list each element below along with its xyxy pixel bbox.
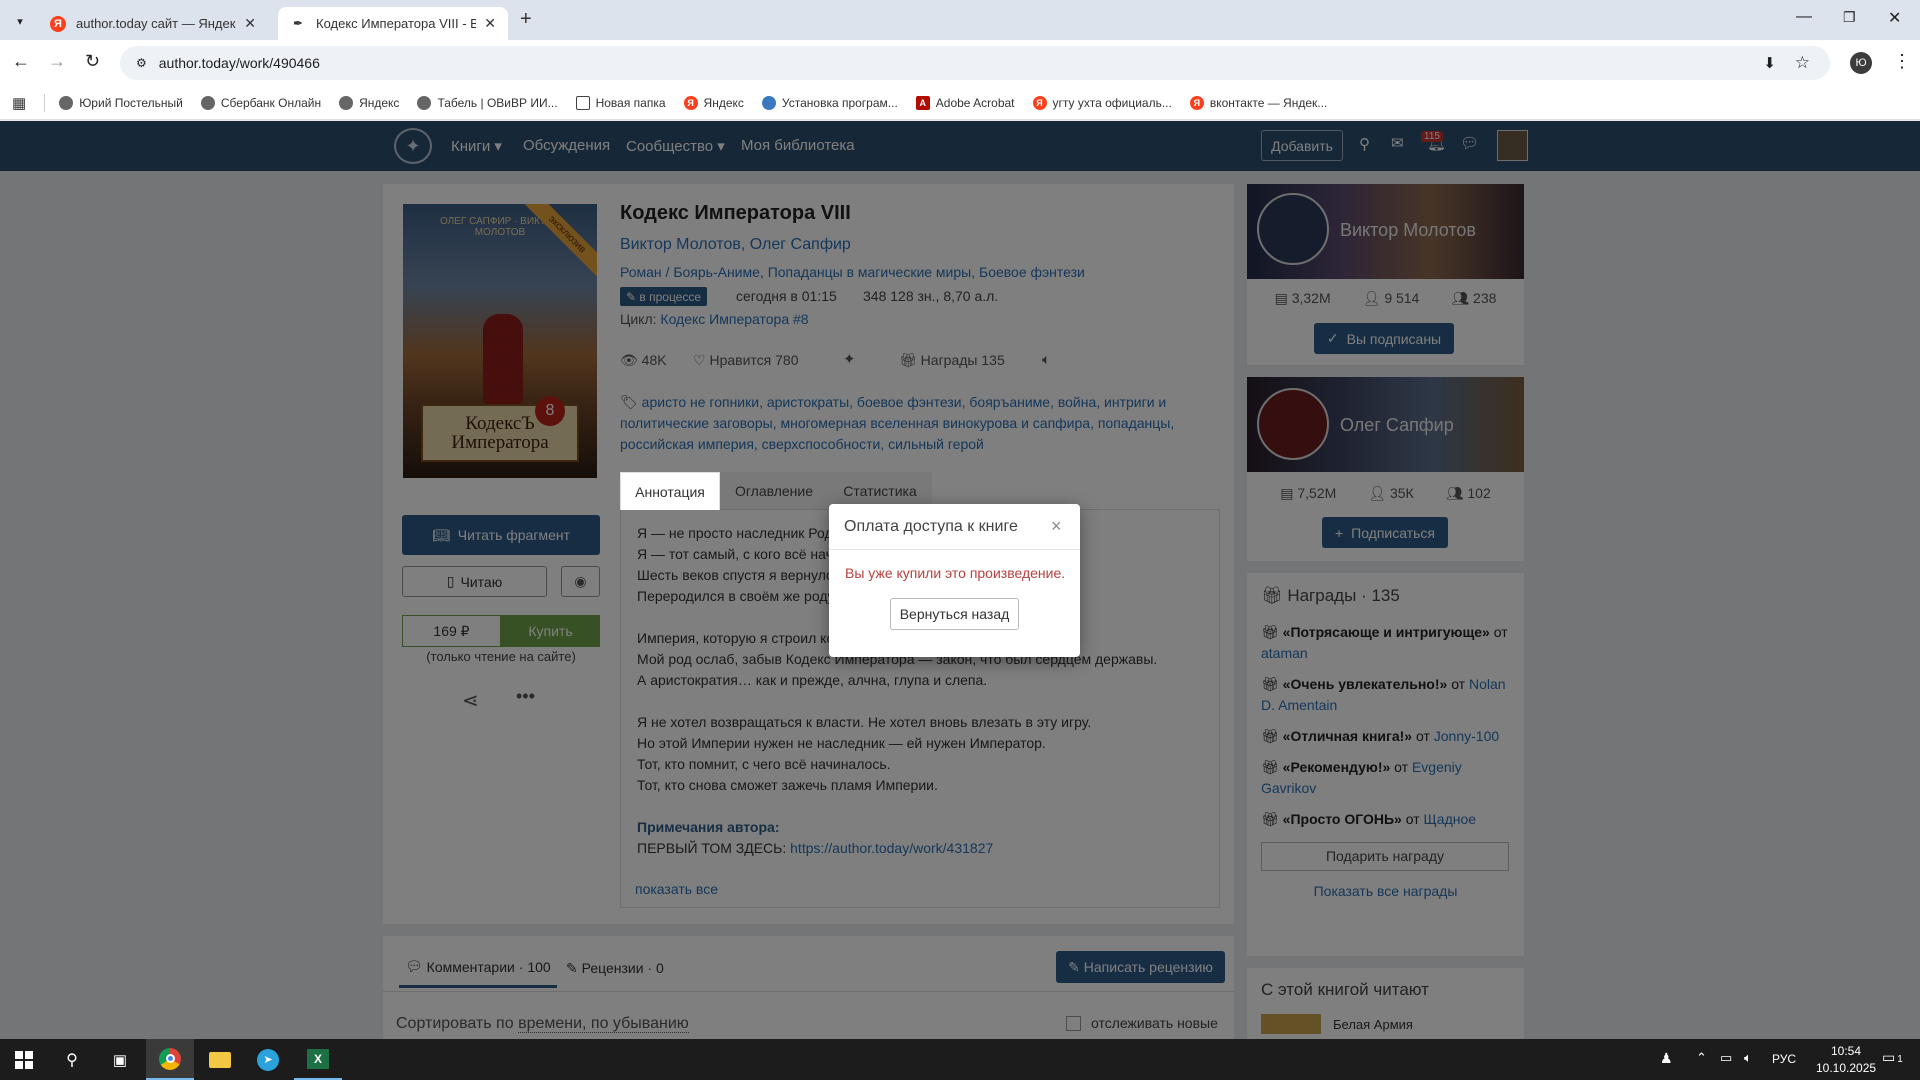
notification-center-icon[interactable]: ▭ 1 bbox=[1882, 1049, 1903, 1066]
globe-icon bbox=[417, 95, 432, 110]
yandex-icon: Я bbox=[1032, 95, 1047, 110]
tab-title: Кодекс Императора VIII - Викт bbox=[316, 16, 477, 31]
chrome-icon[interactable] bbox=[146, 1039, 194, 1080]
bookmark-item[interactable]: Сбербанк Онлайн bbox=[200, 95, 322, 110]
new-tab-button[interactable]: + bbox=[520, 8, 532, 31]
close-icon[interactable]: ✕ bbox=[244, 15, 256, 32]
tab-title: author.today сайт — Яндекс: н bbox=[76, 16, 236, 31]
modal-message: Вы уже купили это произведение. bbox=[845, 565, 1066, 581]
site-info-icon[interactable]: ⚙ bbox=[136, 56, 147, 70]
tray-chevron-icon[interactable]: ⌃ bbox=[1696, 1050, 1707, 1066]
bookmark-item[interactable]: A Adobe Acrobat bbox=[915, 95, 1015, 110]
bookmark-item[interactable]: Табель | ОВиВР ИИ... bbox=[417, 95, 558, 110]
forward-icon[interactable]: → bbox=[48, 51, 66, 72]
divider bbox=[44, 93, 46, 112]
people-icon[interactable]: ♟ bbox=[1660, 1050, 1673, 1067]
apps-icon[interactable]: ▦ bbox=[12, 94, 26, 112]
bookmark-label: Новая папка bbox=[595, 95, 666, 110]
bookmark-item[interactable]: Установка програм... bbox=[761, 95, 898, 110]
windows-start-icon[interactable] bbox=[0, 1039, 48, 1080]
bookmarks-bar: ▦ Юрий Постельный Сбербанк Онлайн Яндекс… bbox=[0, 86, 1920, 120]
yandex-icon: Я bbox=[683, 95, 698, 110]
site-icon: ✒ bbox=[293, 18, 303, 30]
divider bbox=[829, 549, 1080, 550]
bookmark-item[interactable]: Новая папка bbox=[575, 95, 666, 110]
globe-icon bbox=[59, 95, 74, 110]
bookmark-item[interactable]: Явконтакте — Яндек... bbox=[1189, 95, 1328, 110]
software-icon bbox=[761, 95, 776, 110]
volume-icon[interactable]: 🔈︎ bbox=[1744, 1050, 1752, 1066]
browser-toolbar: ← → ↻ ⚙ author.today/work/490466 ⬇ ☆ Ю ⋮ bbox=[0, 40, 1920, 86]
clock-time[interactable]: 10:54 bbox=[1816, 1044, 1876, 1058]
browser-tabstrip: ▾ Я author.today сайт — Яндекс: н ✕ ✒ Ко… bbox=[0, 0, 1920, 40]
url-text: author.today/work/490466 bbox=[158, 55, 320, 71]
tab-yandex[interactable]: Я author.today сайт — Яндекс: н ✕ bbox=[38, 7, 268, 40]
menu-icon[interactable]: ⋮ bbox=[1893, 51, 1911, 72]
bookmark-label: Установка програм... bbox=[781, 95, 898, 110]
telegram-icon[interactable]: ➤ bbox=[244, 1039, 292, 1080]
bookmark-item[interactable]: Я Яндекс bbox=[683, 95, 744, 110]
close-icon[interactable]: ✕ bbox=[484, 15, 496, 32]
window-close-button[interactable]: ✕ bbox=[1888, 8, 1901, 28]
acrobat-icon: A bbox=[915, 95, 930, 110]
language-indicator[interactable]: РУС bbox=[1772, 1052, 1796, 1066]
avatar[interactable]: Ю bbox=[1850, 52, 1872, 74]
address-bar[interactable]: ⚙ author.today/work/490466 ⬇ ☆ bbox=[120, 46, 1830, 80]
taskbar: ⚲ ▣ ➤ X ♟ ⌃ ▭ 🔈︎ РУС 10:54 10.10.2025 ▭ 1 bbox=[0, 1039, 1920, 1080]
bookmark-label: Табель | ОВиВР ИИ... bbox=[437, 95, 558, 110]
bookmark-label: Юрий Постельный bbox=[79, 95, 183, 110]
modal-title: Оплата доступа к книге bbox=[844, 518, 1018, 535]
tab-author-today[interactable]: ✒ Кодекс Императора VIII - Викт ✕ bbox=[278, 7, 508, 40]
bookmark-label: Яндекс bbox=[359, 95, 400, 110]
tab-search-button[interactable]: ▾ bbox=[8, 10, 32, 32]
bookmark-label: вконтакте — Яндек... bbox=[1209, 95, 1328, 110]
bookmark-label: Adobe Acrobat bbox=[935, 95, 1015, 110]
tab-annotation[interactable]: Аннотация bbox=[620, 472, 720, 510]
bookmark-label: Яндекс bbox=[703, 95, 744, 110]
globe-icon bbox=[200, 95, 215, 110]
task-view-icon[interactable]: ▣ bbox=[96, 1039, 144, 1080]
bookmark-item[interactable]: Юрий Постельный bbox=[59, 95, 183, 110]
minimize-button[interactable]: — bbox=[1796, 8, 1812, 26]
bookmark-label: Сбербанк Онлайн bbox=[220, 95, 322, 110]
folder-icon bbox=[575, 95, 590, 110]
maximize-button[interactable]: ❐ bbox=[1843, 9, 1856, 26]
bookmark-label: угту ухта официаль... bbox=[1052, 95, 1172, 110]
network-icon[interactable]: ▭ bbox=[1720, 1050, 1732, 1066]
globe-icon bbox=[339, 95, 354, 110]
yandex-icon: Я bbox=[1189, 95, 1204, 110]
reload-icon[interactable]: ↻ bbox=[85, 51, 100, 72]
search-icon[interactable]: ⚲ bbox=[48, 1039, 96, 1080]
back-icon[interactable]: ← bbox=[12, 51, 30, 72]
file-explorer-icon[interactable] bbox=[196, 1039, 244, 1080]
clock-date[interactable]: 10.10.2025 bbox=[1816, 1061, 1876, 1075]
excel-icon[interactable]: X bbox=[294, 1039, 342, 1080]
back-button[interactable]: Вернуться назад bbox=[890, 598, 1019, 630]
install-icon[interactable]: ⬇ bbox=[1763, 54, 1776, 72]
close-icon[interactable]: × bbox=[1051, 516, 1062, 537]
star-icon[interactable]: ☆ bbox=[1795, 53, 1810, 73]
bookmark-item[interactable]: Яугту ухта официаль... bbox=[1032, 95, 1172, 110]
payment-modal: Оплата доступа к книге × Вы уже купили э… bbox=[829, 504, 1080, 657]
yandex-icon: Я bbox=[50, 15, 66, 32]
bookmark-item[interactable]: Яндекс bbox=[339, 95, 400, 110]
